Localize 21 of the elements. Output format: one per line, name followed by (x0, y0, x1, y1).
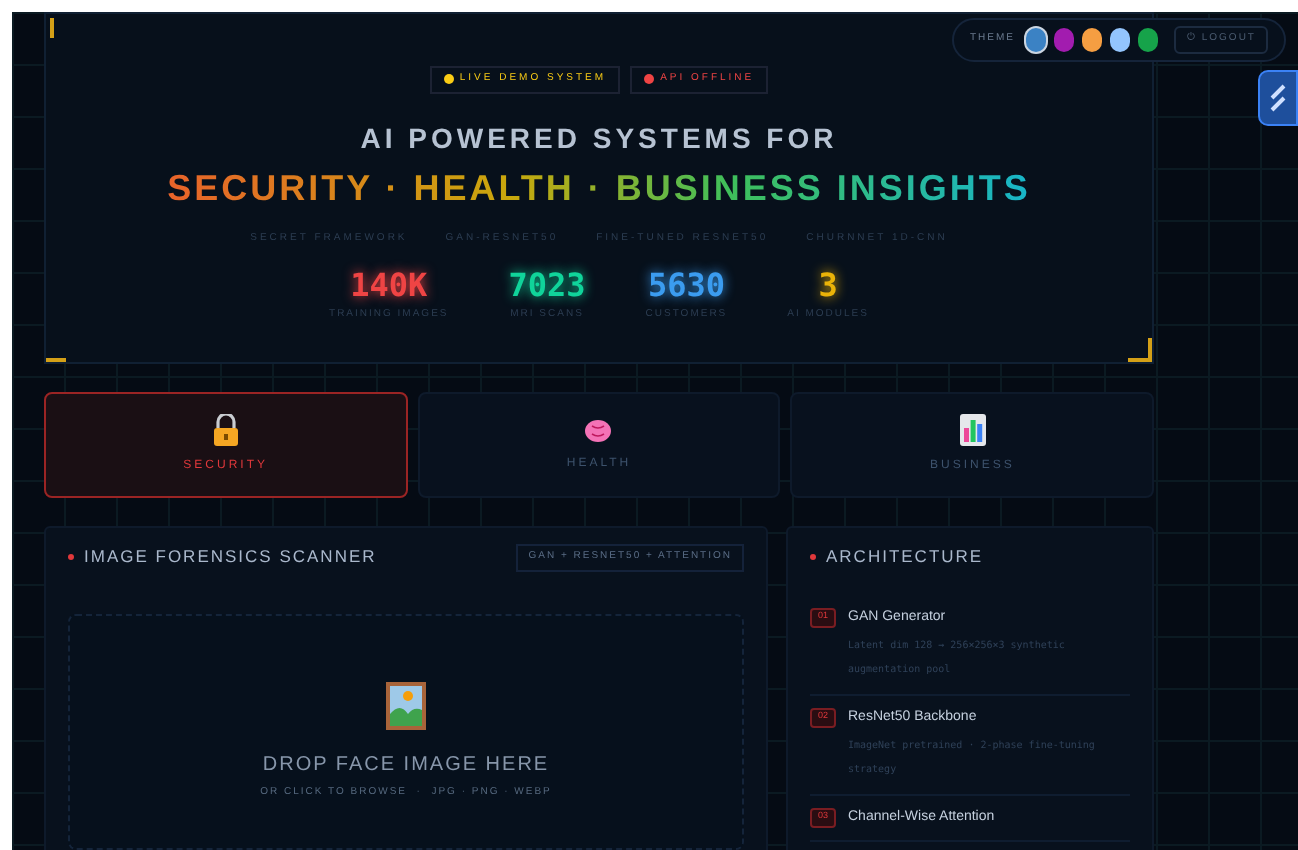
framed-picture-icon (386, 681, 426, 730)
hero-title: AI POWERED SYSTEMS FOR (360, 119, 838, 157)
stat-value: 3 (818, 270, 838, 302)
bullet-icon (68, 554, 74, 561)
theme-swatch[interactable] (1082, 27, 1103, 52)
stat-value: 7023 (508, 270, 586, 302)
theme-swatch[interactable] (1138, 27, 1159, 52)
theme-swatch[interactable] (1054, 27, 1075, 52)
stat-value: 5630 (647, 270, 725, 302)
stat-value: 140K (350, 270, 428, 302)
bullet-icon (810, 553, 816, 560)
panel-title: ARCHITECTURE (826, 544, 984, 570)
bar-chart-icon (959, 414, 986, 446)
panel-title: IMAGE FORENSICS SCANNER (84, 544, 377, 571)
brain-icon (584, 417, 613, 443)
drop-title: DROP FACE IMAGE HERE (262, 751, 550, 780)
side-tab-button[interactable] (1258, 70, 1298, 126)
padlock-icon (211, 414, 240, 446)
theme-swatch[interactable] (1110, 27, 1131, 52)
slash-icon (1268, 84, 1288, 112)
theme-swatch[interactable] (1026, 27, 1047, 52)
